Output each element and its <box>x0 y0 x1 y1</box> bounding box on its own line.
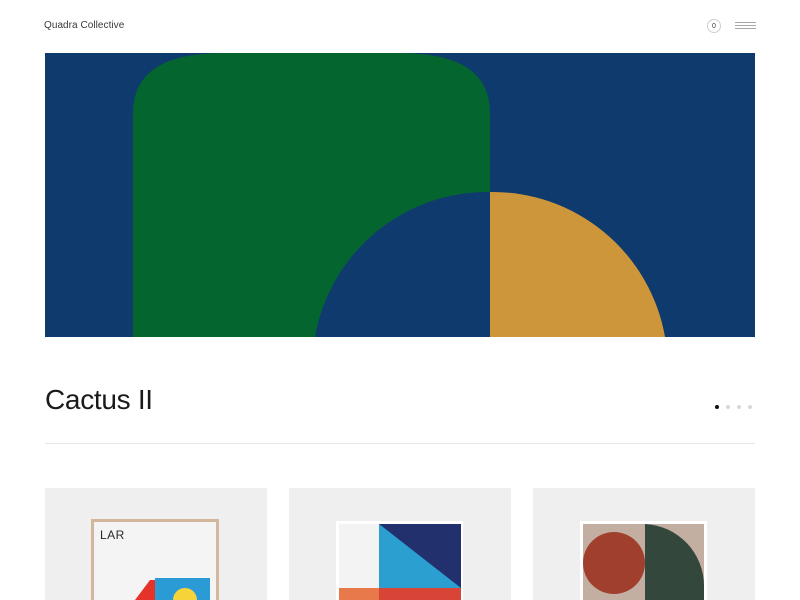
hero-artwork <box>45 53 755 337</box>
carousel-dot-3[interactable] <box>737 405 741 409</box>
hamburger-menu-icon[interactable] <box>735 20 756 32</box>
menu-line <box>735 28 756 29</box>
orange-block-shape <box>339 588 379 600</box>
product-card[interactable] <box>533 488 755 600</box>
site-header: Quadra Collective 0 <box>44 14 756 38</box>
poster-label: LAR <box>100 528 125 542</box>
carousel-dot-1[interactable] <box>715 405 719 409</box>
menu-line <box>735 25 756 26</box>
cart-count-badge[interactable]: 0 <box>707 19 721 33</box>
menu-line <box>735 22 756 23</box>
poster-lar-thumbnail <box>91 519 219 600</box>
red-block-shape <box>379 588 461 600</box>
product-card[interactable]: LAR <box>45 488 267 600</box>
white-block-shape <box>339 524 379 588</box>
section-divider <box>45 443 755 444</box>
red-circle-shape <box>583 532 645 594</box>
poster-geometric-thumbnail <box>336 521 463 600</box>
carousel-dot-4[interactable] <box>748 405 752 409</box>
product-grid: LAR <box>45 488 755 600</box>
page: Quadra Collective 0 Cactus II LAR <box>0 0 800 600</box>
cart-count: 0 <box>712 22 716 30</box>
product-card[interactable] <box>289 488 511 600</box>
carousel-dots <box>715 405 752 409</box>
product-title-row: Cactus II <box>45 380 755 420</box>
header-actions: 0 <box>707 19 756 33</box>
product-title: Cactus II <box>45 384 153 415</box>
poster-circle-thumbnail <box>580 521 707 600</box>
hero-image <box>45 53 755 337</box>
carousel-dot-2[interactable] <box>726 405 730 409</box>
brand-name[interactable]: Quadra Collective <box>44 21 124 31</box>
